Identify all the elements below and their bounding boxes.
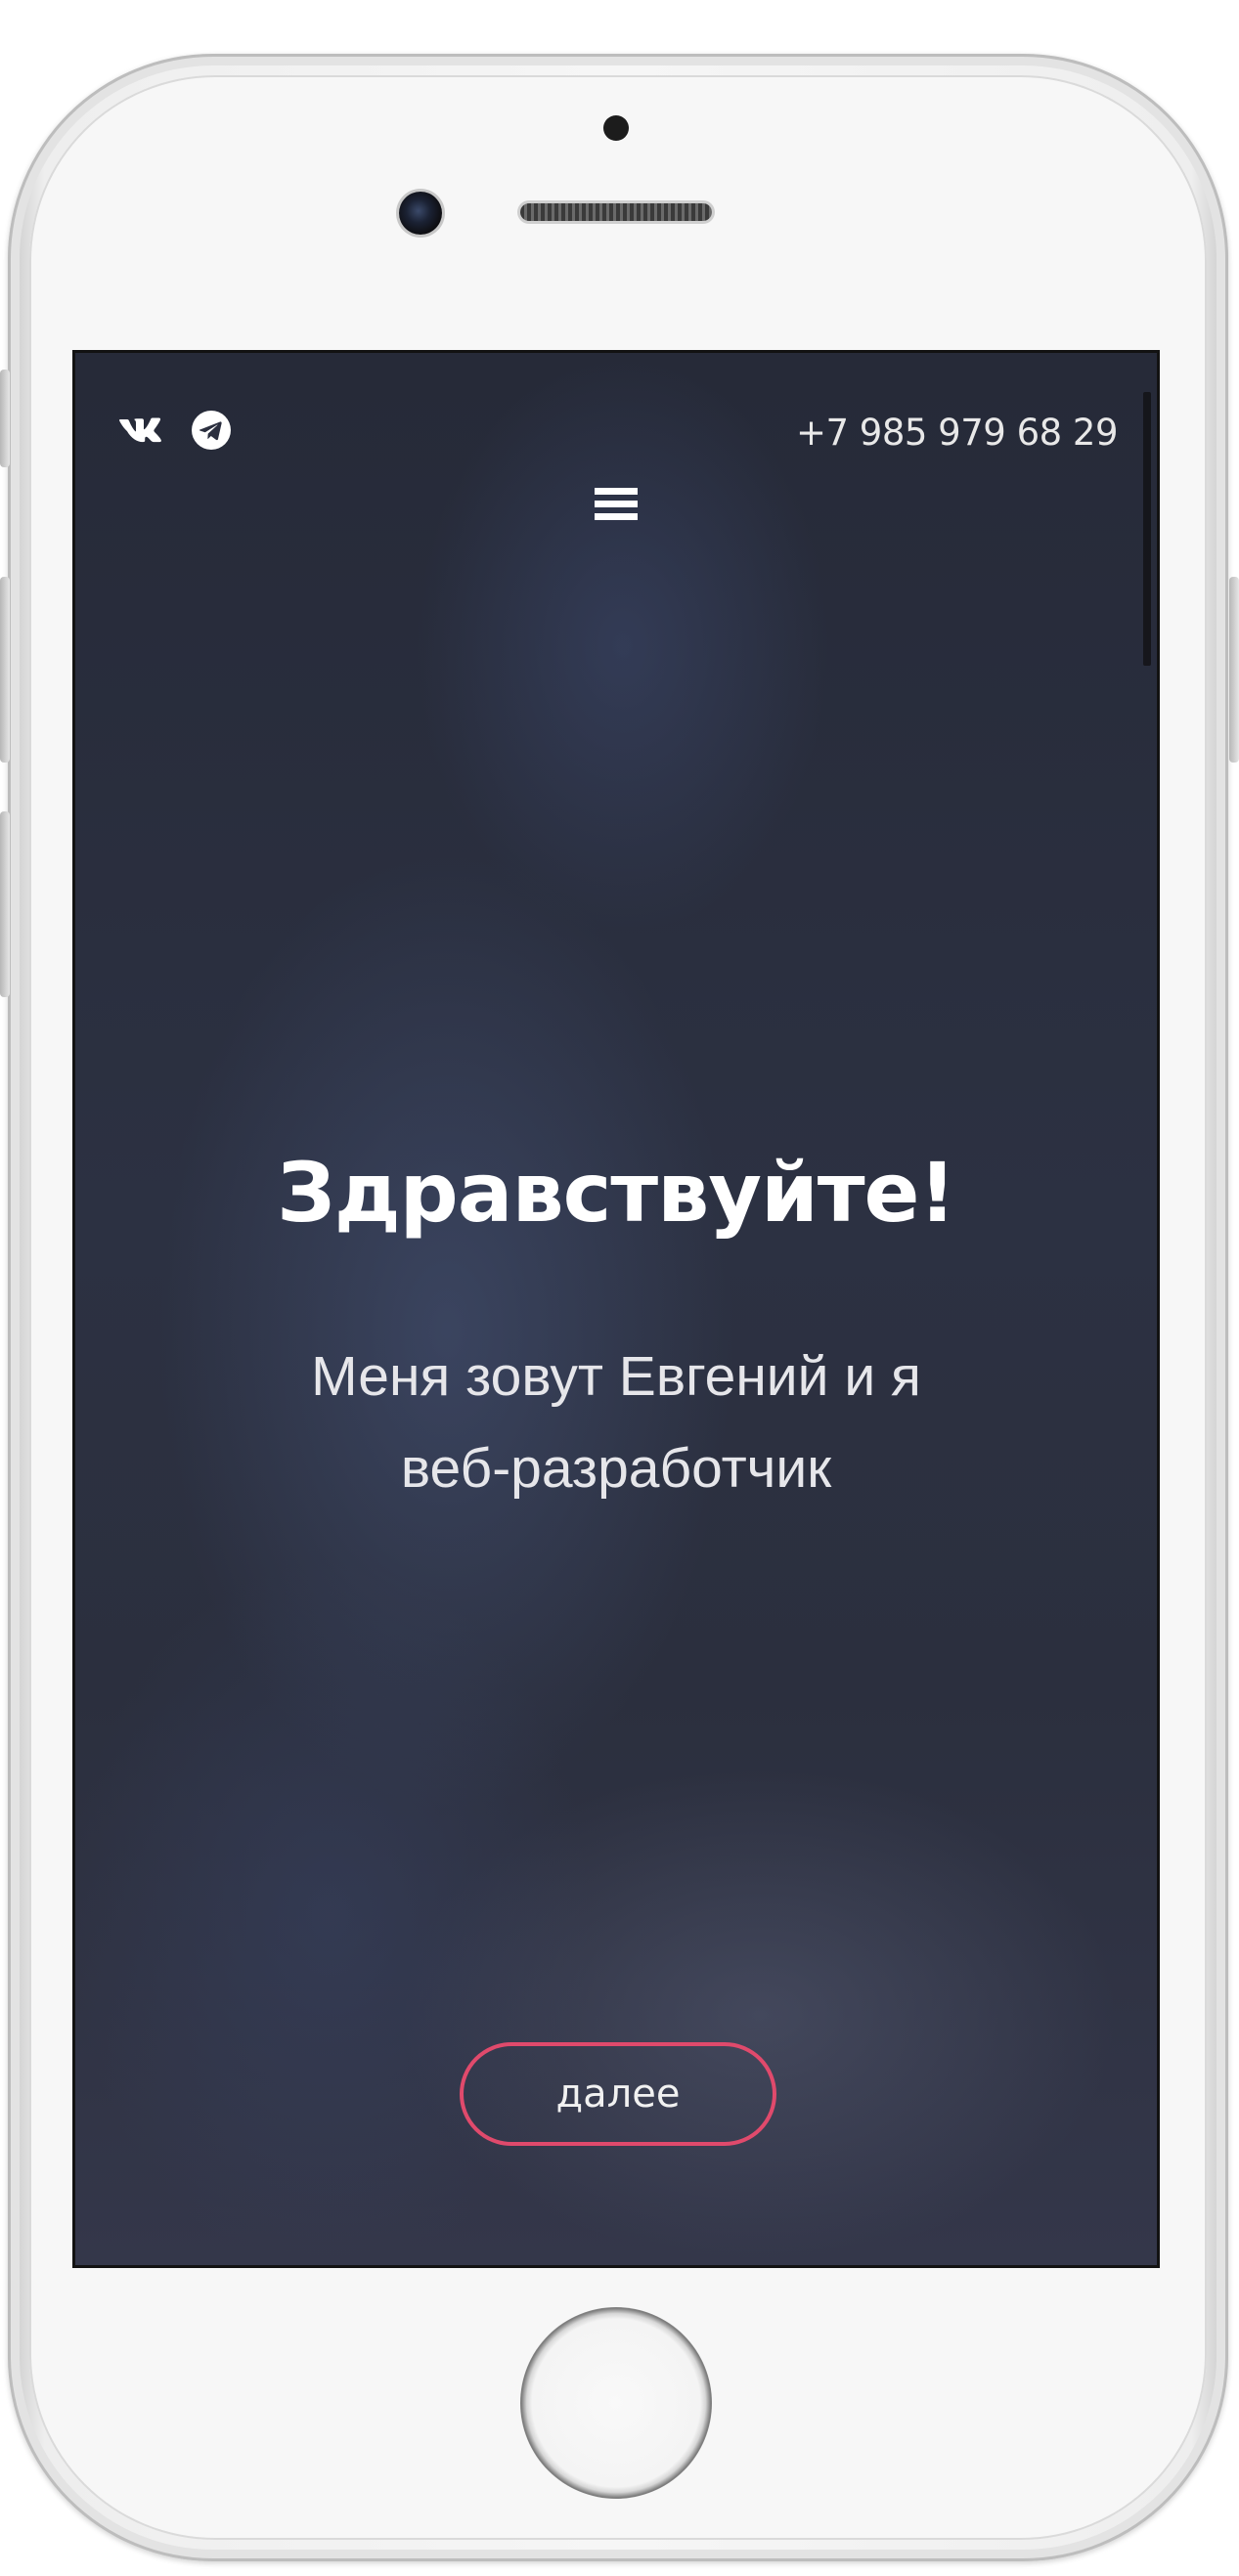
telegram-icon [192, 411, 231, 450]
scrollbar[interactable] [1143, 392, 1151, 666]
volume-down-button [0, 811, 10, 997]
menu-bar [595, 488, 638, 495]
next-button[interactable]: далее [460, 2042, 776, 2146]
power-button [1229, 577, 1239, 763]
vk-link[interactable] [118, 415, 163, 445]
hero-subtitle: Меня зовут Евгений и я веб-разработчик [311, 1345, 921, 1500]
earpiece-speaker [520, 203, 712, 221]
home-button [520, 2307, 712, 2499]
volume-up-button [0, 577, 10, 763]
social-links [118, 410, 232, 451]
menu-bar [595, 513, 638, 520]
hero-title: Здравствуйте! [277, 1145, 956, 1241]
page: +7 985 979 68 29 Здравствуйте! Меня зову… [0, 0, 1239, 2576]
proximity-sensor [603, 115, 629, 141]
contact-phone[interactable]: +7 985 979 68 29 [796, 412, 1119, 454]
telegram-link[interactable] [191, 410, 232, 451]
front-camera [399, 192, 442, 235]
vk-icon [119, 417, 161, 443]
hero-background-image [75, 353, 1157, 2265]
hamburger-menu-icon[interactable] [595, 488, 638, 523]
menu-bar [595, 501, 638, 507]
mute-switch [0, 370, 10, 467]
phone-screen: +7 985 979 68 29 Здравствуйте! Меня зову… [72, 350, 1160, 2268]
